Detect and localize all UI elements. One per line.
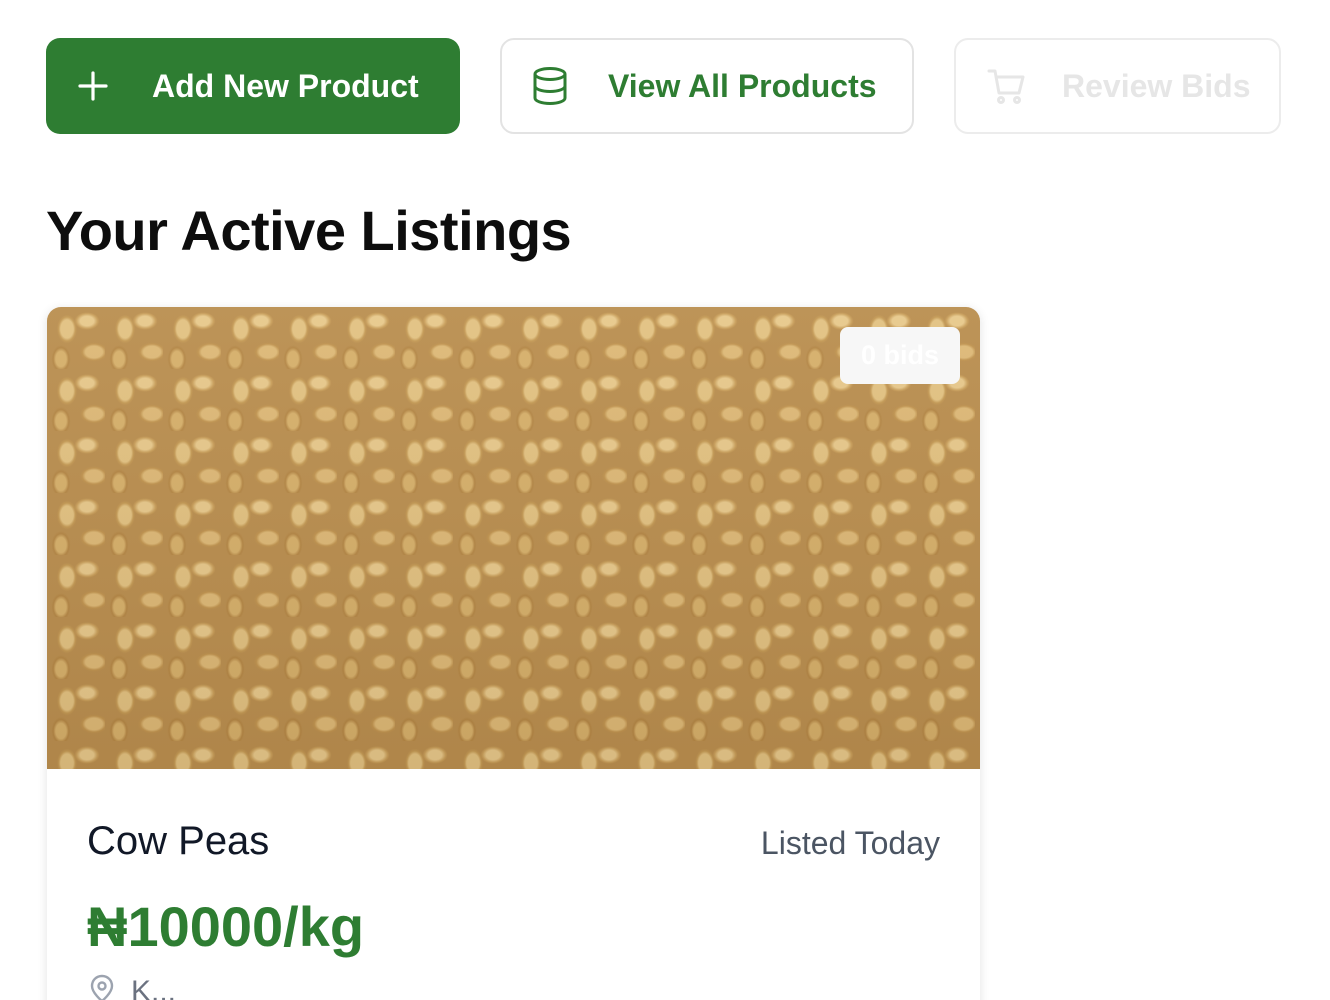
map-pin-icon	[87, 973, 117, 1000]
cart-icon	[986, 66, 1026, 106]
view-all-products-label: View All Products	[608, 67, 877, 104]
plus-icon	[76, 69, 110, 103]
product-location: K...	[87, 973, 940, 1000]
listed-date: Listed Today	[760, 825, 940, 861]
product-price: ₦10000/kg	[87, 895, 365, 958]
product-name: Cow Peas	[87, 819, 270, 863]
review-bids-button[interactable]: Review Bids	[954, 38, 1281, 134]
add-new-product-button[interactable]: Add New Product	[46, 38, 460, 134]
listing-card-body: Cow Peas Listed Today ₦10000/kg K...	[47, 769, 980, 1000]
location-text: K...	[131, 975, 177, 1000]
product-image: 0 bids	[47, 307, 980, 769]
listing-card[interactable]: 0 bids Cow Peas Listed Today ₦10000/kg K…	[47, 307, 980, 1000]
view-all-products-button[interactable]: View All Products	[500, 38, 914, 134]
database-icon	[532, 66, 568, 106]
active-listings-heading: Your Active Listings	[46, 199, 572, 262]
add-new-product-label: Add New Product	[152, 67, 419, 104]
action-bar: Add New Product View All Products Review…	[46, 38, 1281, 134]
dashboard-page: Add New Product View All Products Review…	[0, 0, 1330, 1000]
review-bids-label: Review Bids	[1062, 67, 1251, 104]
listing-header-row: Cow Peas Listed Today	[87, 819, 940, 864]
bids-badge: 0 bids	[840, 327, 960, 384]
